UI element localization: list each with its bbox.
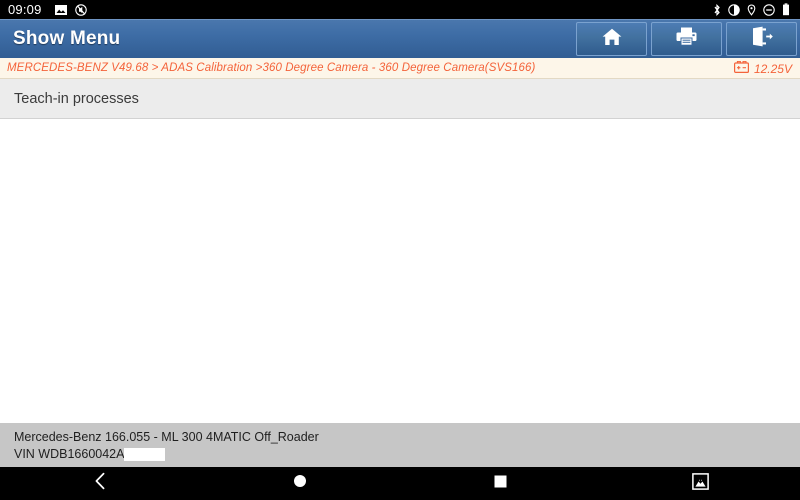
- nav-recents-button[interactable]: [400, 467, 600, 500]
- square-icon: [494, 475, 507, 493]
- android-status-bar: 09:09: [0, 0, 800, 19]
- battery-voltage-icon: [733, 60, 749, 78]
- chevron-left-icon: [94, 472, 107, 495]
- vin-redaction-box: [124, 448, 166, 461]
- status-clock: 09:09: [8, 2, 42, 17]
- bluetooth-icon: [713, 3, 721, 16]
- screenshot-icon: [54, 4, 67, 15]
- printer-icon: [675, 26, 698, 52]
- vin-text: VIN WDB1660042A: [14, 447, 125, 461]
- vehicle-model: Mercedes-Benz 166.055 - ML 300 4MATIC Of…: [14, 430, 319, 444]
- nav-back-button[interactable]: [0, 467, 200, 500]
- menu-list: Teach-in processes: [0, 79, 800, 119]
- app-header-bar: Show Menu: [0, 19, 800, 58]
- app-root: 09:09 Show Menu MERCEDES-BENZ V49.68 > A…: [0, 0, 800, 500]
- status-right-icons: [713, 3, 794, 16]
- nav-screenshot-button[interactable]: [600, 467, 800, 500]
- battery-icon: [782, 3, 790, 16]
- screenshot-capture-icon: [691, 472, 709, 495]
- home-icon: [601, 27, 623, 52]
- print-button[interactable]: [651, 22, 722, 56]
- menu-item-label: Teach-in processes: [14, 90, 139, 107]
- location-icon: [747, 3, 756, 16]
- voltage-indicator: 12.25V: [733, 58, 792, 79]
- home-button[interactable]: [576, 22, 647, 56]
- brightness-icon: [728, 3, 740, 16]
- content-area: [0, 119, 800, 429]
- do-not-disturb-icon: [763, 3, 775, 16]
- page-title: Show Menu: [13, 28, 121, 49]
- nav-home-button[interactable]: [200, 467, 400, 500]
- android-nav-bar: [0, 467, 800, 500]
- vehicle-vin: VIN WDB1660042A: [14, 446, 800, 463]
- header-actions: [576, 22, 797, 56]
- exit-button[interactable]: [726, 22, 797, 56]
- mute-icon: [74, 3, 87, 16]
- status-left-icons: [54, 3, 87, 16]
- menu-item-teach-in-processes[interactable]: Teach-in processes: [0, 79, 800, 119]
- voltage-value: 12.25V: [753, 61, 792, 76]
- vehicle-info-panel: Mercedes-Benz 166.055 - ML 300 4MATIC Of…: [0, 423, 800, 467]
- breadcrumb: MERCEDES-BENZ V49.68 > ADAS Calibration …: [7, 62, 536, 74]
- breadcrumb-bar: MERCEDES-BENZ V49.68 > ADAS Calibration …: [0, 58, 800, 79]
- circle-icon: [293, 474, 307, 493]
- exit-icon: [750, 26, 774, 52]
